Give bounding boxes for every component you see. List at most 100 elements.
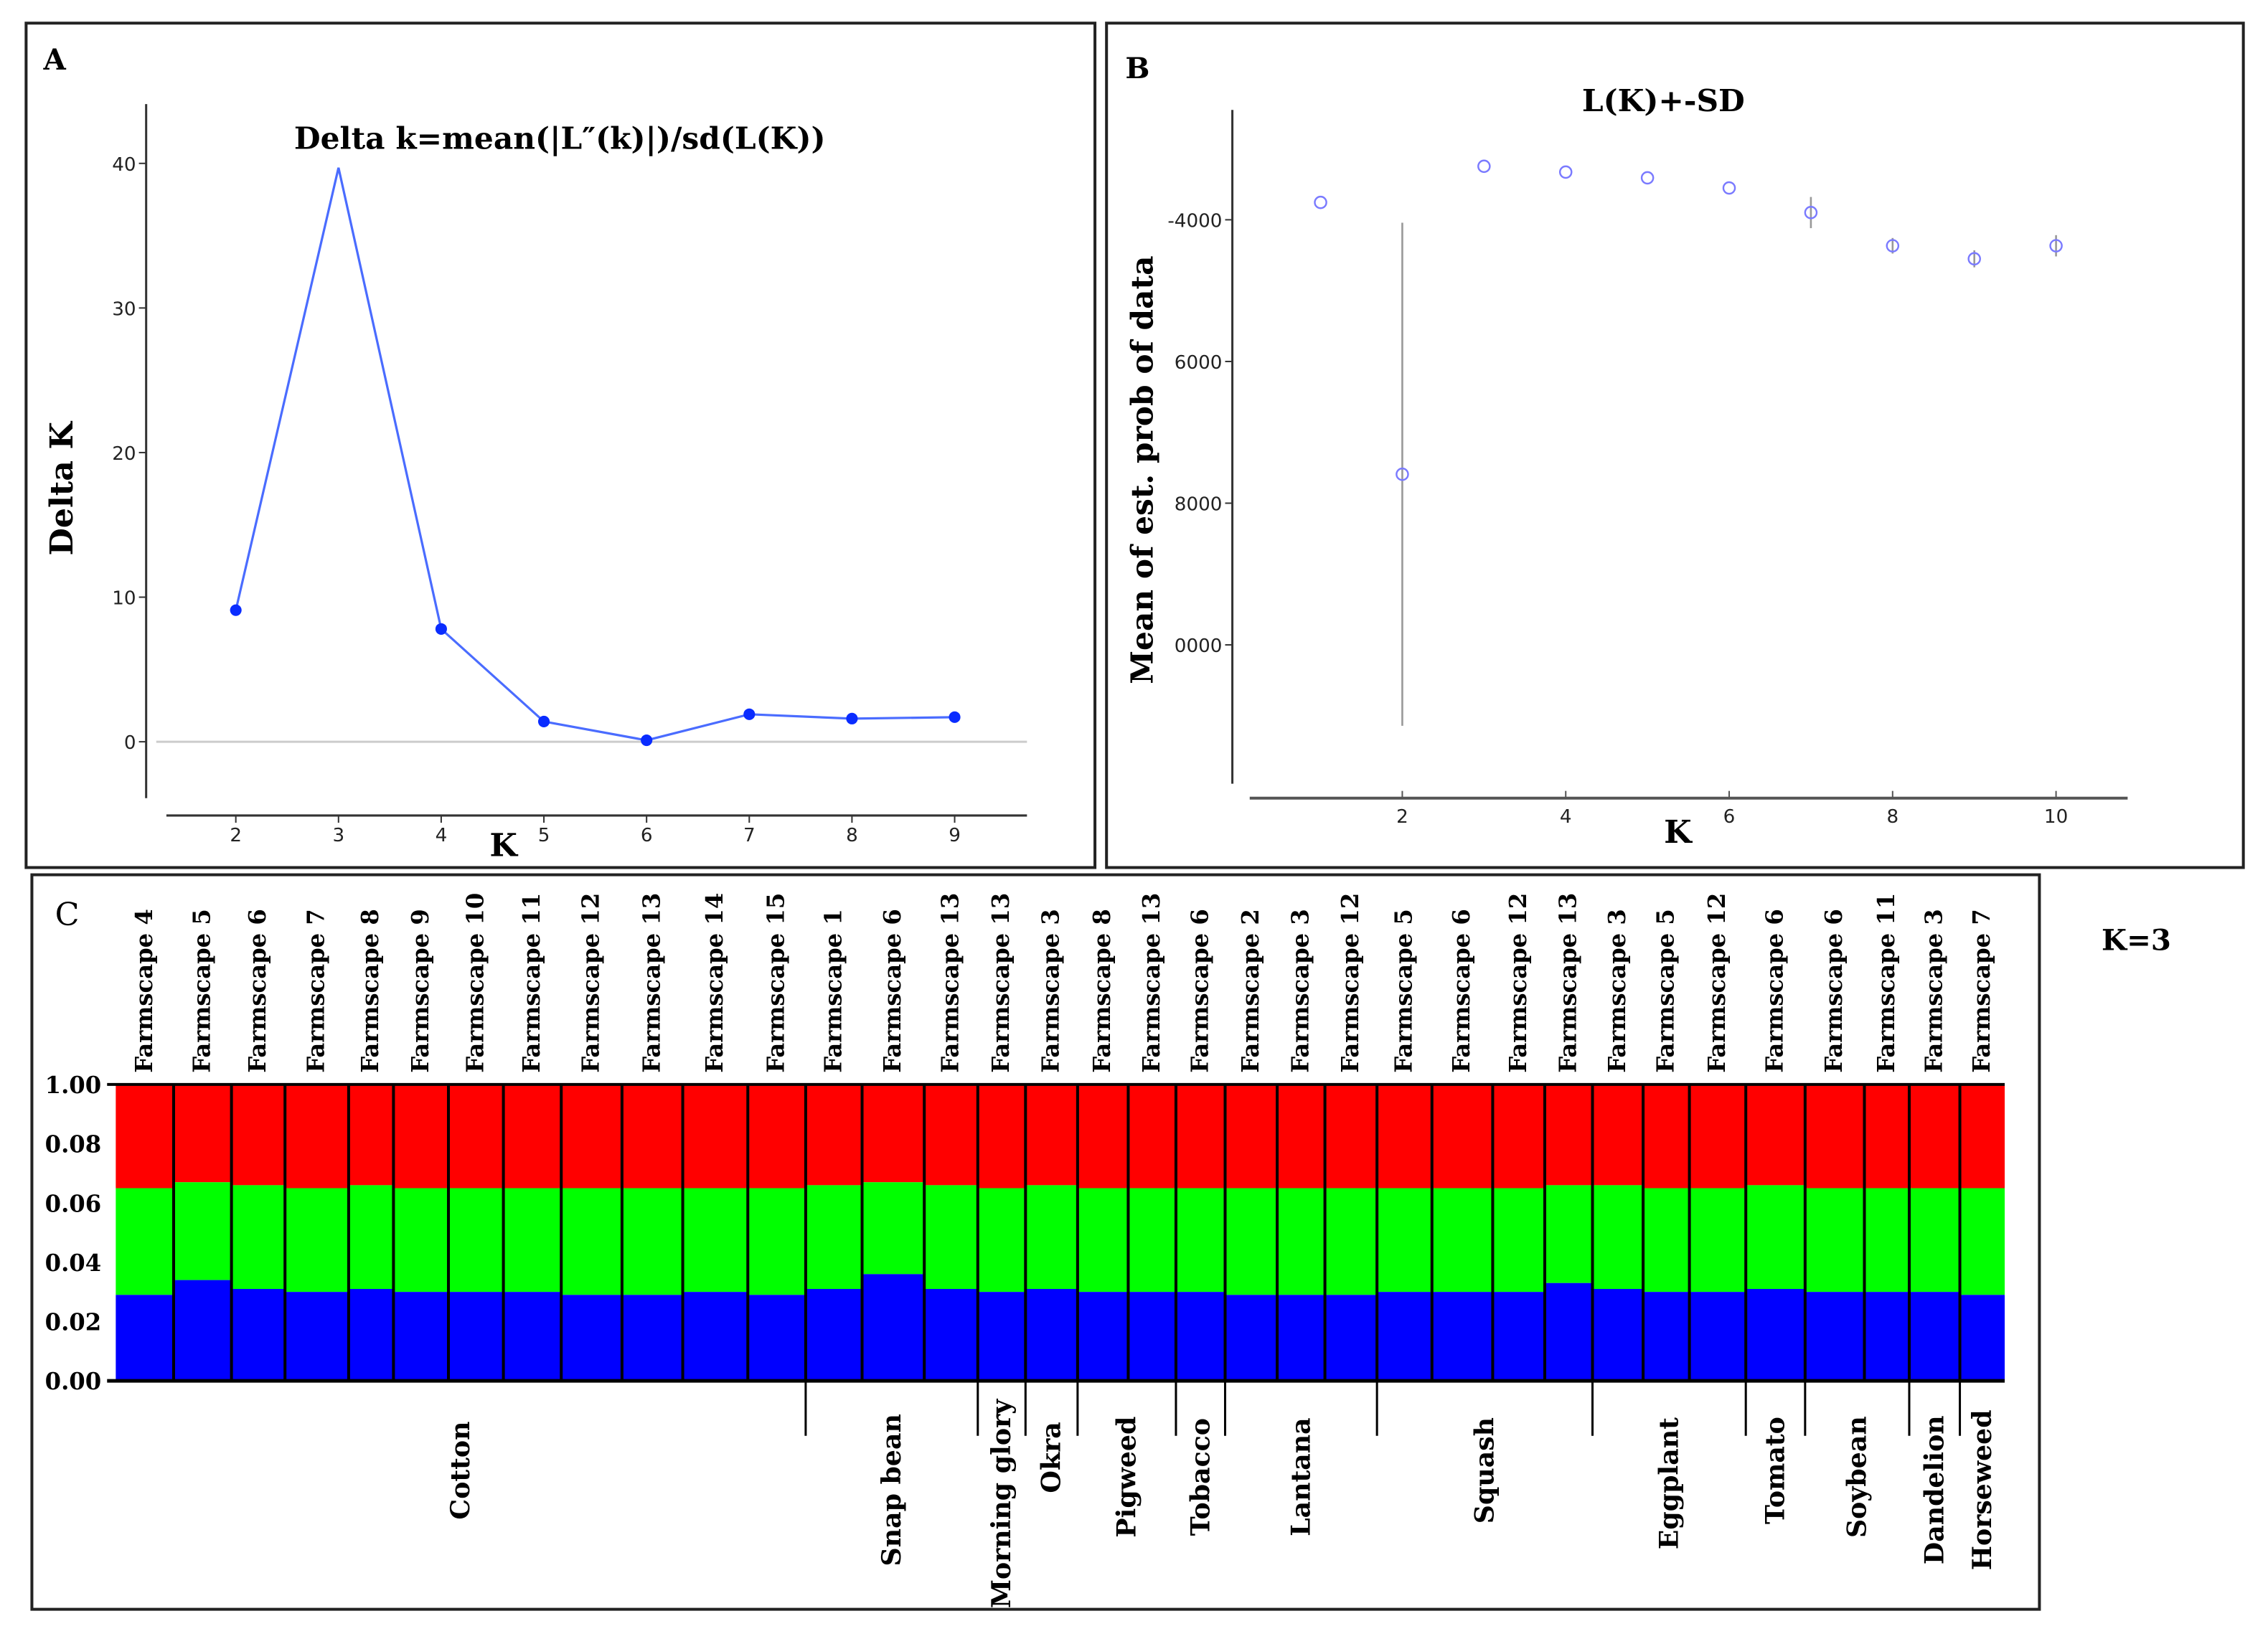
x-tick-label: 4	[436, 825, 448, 846]
bar-cluster-green	[805, 1185, 862, 1290]
population-label: Farmscape 3	[1920, 909, 1947, 1073]
chart-title: L(K)+-SD	[1582, 82, 1745, 118]
population-label: Farmscape 12	[578, 893, 605, 1073]
population-label: Farmscape 6	[1761, 909, 1789, 1073]
bar-cluster-green	[1025, 1185, 1078, 1290]
population-label: Farmscape 12	[1703, 893, 1731, 1073]
bar-cluster-green	[621, 1188, 683, 1295]
bar-cluster-red	[1804, 1084, 1865, 1189]
bar-cluster-blue	[1277, 1295, 1325, 1381]
bar-cluster-blue	[1909, 1292, 1960, 1381]
population-label: Farmscape 5	[1652, 909, 1679, 1073]
bar-cluster-red	[116, 1084, 174, 1189]
host-label: Okra	[1036, 1422, 1067, 1493]
bar-cluster-green	[1225, 1188, 1278, 1295]
host-label: Cotton	[445, 1422, 476, 1520]
population-label: Farmscape 12	[1337, 893, 1364, 1073]
population-label: Farmscape 6	[1820, 909, 1848, 1073]
structure-barplot: K=3 Farmscape 4 Farmscape 5 Farmscape 6 Far…	[45, 893, 2171, 1608]
bar-cluster-blue	[977, 1292, 1026, 1381]
bar-cluster-green	[1175, 1188, 1225, 1293]
bar-cluster-red	[231, 1084, 286, 1186]
bar-cluster-green	[1377, 1188, 1432, 1293]
bar-cluster-red	[285, 1084, 349, 1189]
x-tick-label: 2	[230, 825, 242, 846]
bar-cluster-red	[1864, 1084, 1909, 1189]
population-label: Farmscape 3	[1286, 909, 1314, 1073]
bar-cluster-red	[503, 1084, 562, 1189]
y-tick-label: 10	[112, 588, 136, 610]
population-label: Farmscape 5	[188, 909, 215, 1073]
population-label: Farmscape 12	[1505, 893, 1532, 1073]
bar-cluster-red	[1277, 1084, 1325, 1189]
y-tick-label: 0.02	[45, 1309, 102, 1336]
x-tick-label: 5	[538, 825, 550, 846]
x-tick-label: 8	[1886, 806, 1898, 828]
bar-cluster-red	[1025, 1084, 1078, 1186]
host-label: Morning glory	[986, 1399, 1017, 1608]
data-point	[1558, 165, 1573, 179]
bar-cluster-green	[173, 1182, 232, 1280]
host-label: Pigweed	[1111, 1417, 1142, 1538]
x-tick-label: 9	[949, 825, 961, 846]
bar-cluster-green	[1643, 1188, 1690, 1293]
delta-k-line	[235, 167, 955, 742]
bar-cluster-red	[1592, 1084, 1644, 1186]
bar-cluster-blue	[1864, 1292, 1909, 1381]
population-label: Farmscape 1	[819, 909, 847, 1073]
y-tick-label: 8000	[1175, 494, 1223, 516]
data-point	[743, 708, 756, 720]
panel-a-letter: A	[43, 42, 67, 77]
bar-cluster-blue	[1128, 1292, 1176, 1381]
population-label: Farmscape 3	[1037, 909, 1065, 1073]
population-label: Farmscape 7	[303, 909, 330, 1073]
data-point	[641, 734, 653, 747]
bar-cluster-blue	[1544, 1282, 1593, 1381]
bar-cluster-green	[1592, 1185, 1644, 1290]
bar-cluster-green	[116, 1188, 174, 1295]
bar-cluster-green	[1909, 1188, 1960, 1293]
panel-c-letter: C	[55, 897, 80, 933]
bar-cluster-red	[348, 1084, 394, 1186]
data-point	[949, 711, 961, 723]
bar-cluster-blue	[1492, 1292, 1545, 1381]
bar-cluster-blue	[116, 1295, 174, 1381]
bar-cluster-red	[1324, 1084, 1378, 1189]
bar-cluster-green	[231, 1185, 286, 1290]
x-tick-label: 6	[641, 825, 653, 846]
bar-cluster-green	[1689, 1188, 1746, 1293]
bar-cluster-blue	[1225, 1295, 1278, 1381]
population-label: Farmscape 6	[1186, 909, 1213, 1073]
x-tick-label: 10	[2044, 806, 2068, 828]
population-label: Farmscape 4	[131, 909, 158, 1073]
host-label: Snap bean	[876, 1414, 907, 1566]
y-tick-label: 1.00	[45, 1072, 102, 1099]
y-tick-label: 0.06	[45, 1190, 102, 1217]
population-label: Farmscape 11	[1873, 893, 1900, 1073]
x-tick-label: 4	[1560, 806, 1572, 828]
x-tick-label: 6	[1723, 806, 1736, 828]
bar-cluster-red	[805, 1084, 862, 1186]
bar-cluster-red	[393, 1084, 448, 1189]
bar-cluster-blue	[173, 1280, 232, 1381]
bar-cluster-blue	[862, 1274, 925, 1381]
y-tick-label: 0.00	[45, 1368, 102, 1395]
bar-cluster-blue	[1959, 1295, 2005, 1381]
bar-cluster-blue	[1592, 1289, 1644, 1381]
bar-cluster-blue	[1077, 1292, 1129, 1381]
bar-cluster-green	[1804, 1188, 1865, 1293]
bar-cluster-green	[1128, 1188, 1176, 1293]
population-label: Farmscape 13	[638, 893, 665, 1073]
bar-cluster-red	[748, 1084, 806, 1189]
bar-cluster-green	[348, 1185, 394, 1290]
bar-cluster-blue	[1689, 1292, 1746, 1381]
figure: A B C Delta k=mean(|L″(k)|)/sd(L(K)) Del…	[24, 22, 2245, 1611]
bar-cluster-blue	[1431, 1292, 1493, 1381]
x-tick-label: 7	[743, 825, 756, 846]
bar-cluster-red	[1077, 1084, 1129, 1189]
bar-cluster-red	[1643, 1084, 1690, 1189]
bar-cluster-red	[448, 1084, 504, 1189]
bar-cluster-green	[561, 1188, 622, 1295]
population-label: Farmscape 7	[1968, 909, 1995, 1073]
bar-cluster-blue	[924, 1289, 978, 1381]
